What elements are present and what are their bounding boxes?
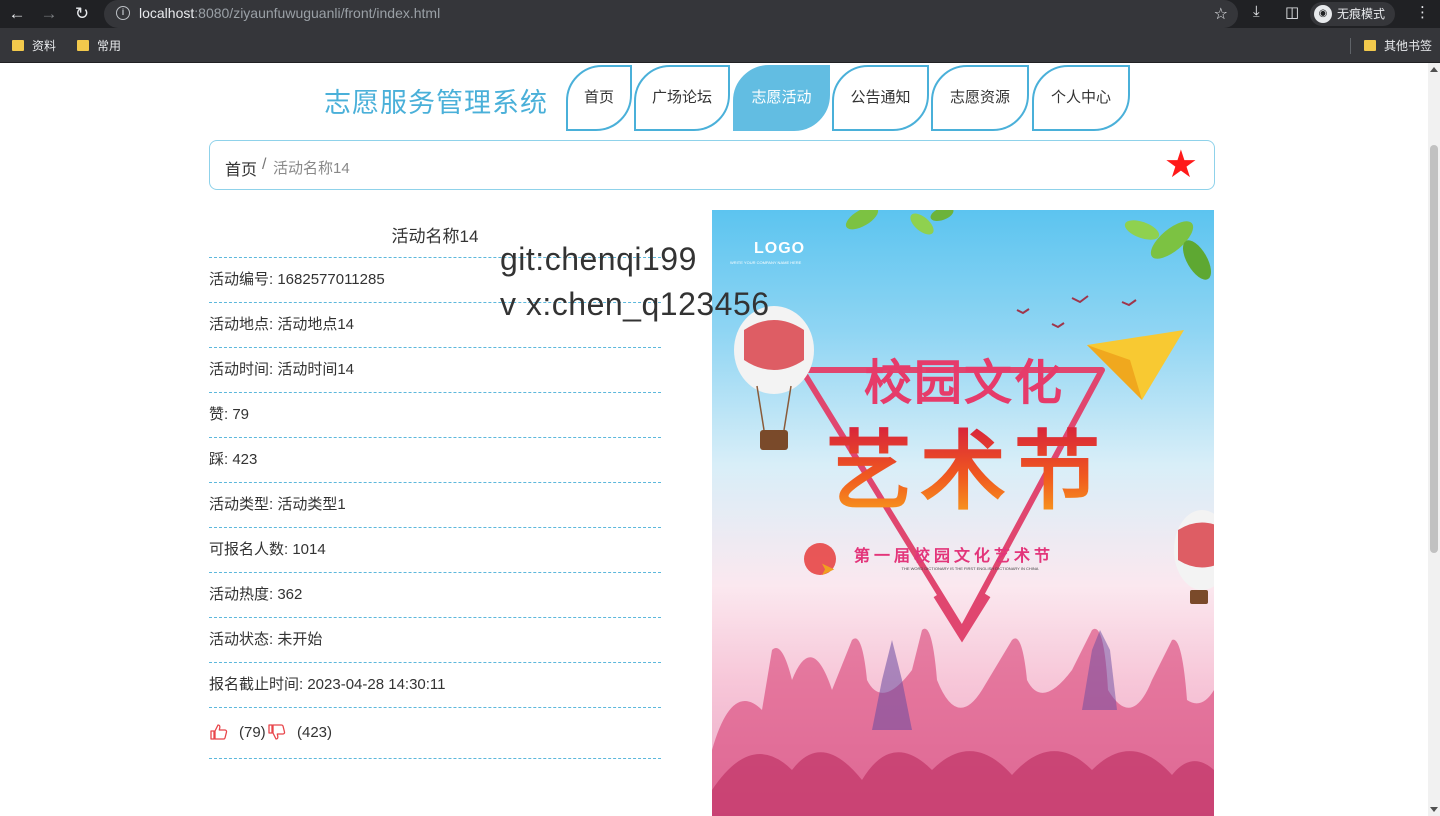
scroll-down-arrow-icon[interactable] xyxy=(1430,807,1438,812)
detail-row-capacity: 可报名人数: 1014 xyxy=(209,528,661,573)
bookmarks-bar: 资料 常用 其他书签 xyxy=(0,28,1440,63)
url-text: localhost:8080/ziyaunfuwuguanli/front/in… xyxy=(139,5,440,21)
bookmark-star-icon[interactable]: ☆ xyxy=(1214,4,1228,24)
breadcrumb-separator: / xyxy=(262,156,267,173)
page-content: 志愿服务管理系统 首页 广场论坛 志愿活动 公告通知 志愿资源 个人中心 首页 … xyxy=(0,63,1440,816)
side-panel-icon[interactable]: ◫ xyxy=(1285,3,1299,21)
incognito-badge[interactable]: ◉ 无痕模式 xyxy=(1310,2,1396,26)
bookmark-divider xyxy=(1350,38,1351,54)
incognito-icon: ◉ xyxy=(1314,4,1332,23)
nav-tab-notice[interactable]: 公告通知 xyxy=(832,65,929,131)
url-host: localhost xyxy=(139,5,195,21)
breadcrumb-home[interactable]: 首页 xyxy=(225,156,257,180)
detail-row-deadline: 报名截止时间: 2023-04-28 14:30:11 xyxy=(209,663,661,708)
detail-row-popularity: 活动热度: 362 xyxy=(209,573,661,618)
other-bookmarks[interactable]: 其他书签 xyxy=(1364,37,1432,54)
info-icon[interactable]: i xyxy=(116,6,130,20)
nav-tab-home[interactable]: 首页 xyxy=(566,65,632,131)
bookmark-label: 其他书签 xyxy=(1384,39,1433,53)
detail-row-type: 活动类型: 活动类型1 xyxy=(209,483,661,528)
detail-row-time: 活动时间: 活动时间14 xyxy=(209,348,661,393)
vote-row: (79) (423) xyxy=(209,708,661,759)
back-arrow-icon[interactable]: ← xyxy=(6,3,28,25)
poster-title-line1: 校园文化 xyxy=(864,357,1065,410)
folder-icon xyxy=(77,40,89,51)
browser-toolbar: ← → ↻ i localhost:8080/ziyaunfuwuguanli/… xyxy=(0,0,1440,28)
site-title: 志愿服务管理系统 xyxy=(324,88,548,118)
thumbs-down-icon[interactable] xyxy=(267,722,287,742)
breadcrumb: 首页 / 活动名称14 ★ xyxy=(209,140,1215,190)
kebab-menu-icon[interactable]: ⋮ xyxy=(1415,3,1430,21)
folder-icon xyxy=(12,40,24,51)
poster-logo: LOGO xyxy=(754,240,806,257)
bookmark-label: 资料 xyxy=(32,39,57,53)
watermark-line-1: git:chenqi199 xyxy=(500,241,697,277)
poster-subtitle: 第一届校园文化艺术节 xyxy=(854,548,1055,565)
incognito-label: 无痕模式 xyxy=(1337,7,1386,21)
nav-tab-volunteer-activity[interactable]: 志愿活动 xyxy=(733,65,830,131)
detail-row-dislikes: 踩: 423 xyxy=(209,438,661,483)
page-scrollbar[interactable] xyxy=(1428,63,1440,816)
watermark-line-2: v x:chen_q123456 xyxy=(500,286,770,322)
nav-tab-forum[interactable]: 广场论坛 xyxy=(634,65,730,131)
like-count: (79) xyxy=(239,724,266,741)
folder-icon xyxy=(1364,40,1376,51)
detail-list: 活动编号: 1682577011285 活动地点: 活动地点14 活动时间: 活… xyxy=(209,258,661,708)
detail-row-status: 活动状态: 未开始 xyxy=(209,618,661,663)
favorite-star-icon[interactable]: ★ xyxy=(1164,145,1198,185)
download-icon[interactable]: ⤓ xyxy=(1253,3,1260,20)
dislike-count: (423) xyxy=(297,724,333,741)
thumbs-up-icon[interactable] xyxy=(209,722,229,742)
nav-tab-personal-center[interactable]: 个人中心 xyxy=(1032,65,1130,131)
detail-row-likes: 赞: 79 xyxy=(209,393,661,438)
poster-title-line2: 艺术节 xyxy=(826,424,1108,520)
forward-arrow-icon[interactable]: → xyxy=(38,3,60,25)
poster-small-text: THE WORD DICTIONARY IS THE FIRST ENGLISH… xyxy=(901,566,1039,571)
mouse-cursor-icon: ➤ xyxy=(820,559,836,579)
reload-icon[interactable]: ↻ xyxy=(71,3,93,25)
bookmark-folder-2[interactable]: 常用 xyxy=(77,37,121,54)
scroll-thumb[interactable] xyxy=(1430,145,1438,553)
bookmark-label: 常用 xyxy=(97,39,122,53)
scroll-up-arrow-icon[interactable] xyxy=(1430,67,1438,72)
address-bar[interactable]: i localhost:8080/ziyaunfuwuguanli/front/… xyxy=(104,0,1238,28)
bookmark-folder-1[interactable]: 资料 xyxy=(12,37,56,54)
poster-logo-subtext: WRITE YOUR COMPANY NAME HERE xyxy=(730,260,802,265)
breadcrumb-current: 活动名称14 xyxy=(273,160,350,177)
nav-tab-resources[interactable]: 志愿资源 xyxy=(931,65,1029,131)
activity-poster-image: LOGO WRITE YOUR COMPANY NAME HERE 校园文化 艺… xyxy=(712,210,1214,816)
url-path: :8080/ziyaunfuwuguanli/front/index.html xyxy=(194,5,441,21)
